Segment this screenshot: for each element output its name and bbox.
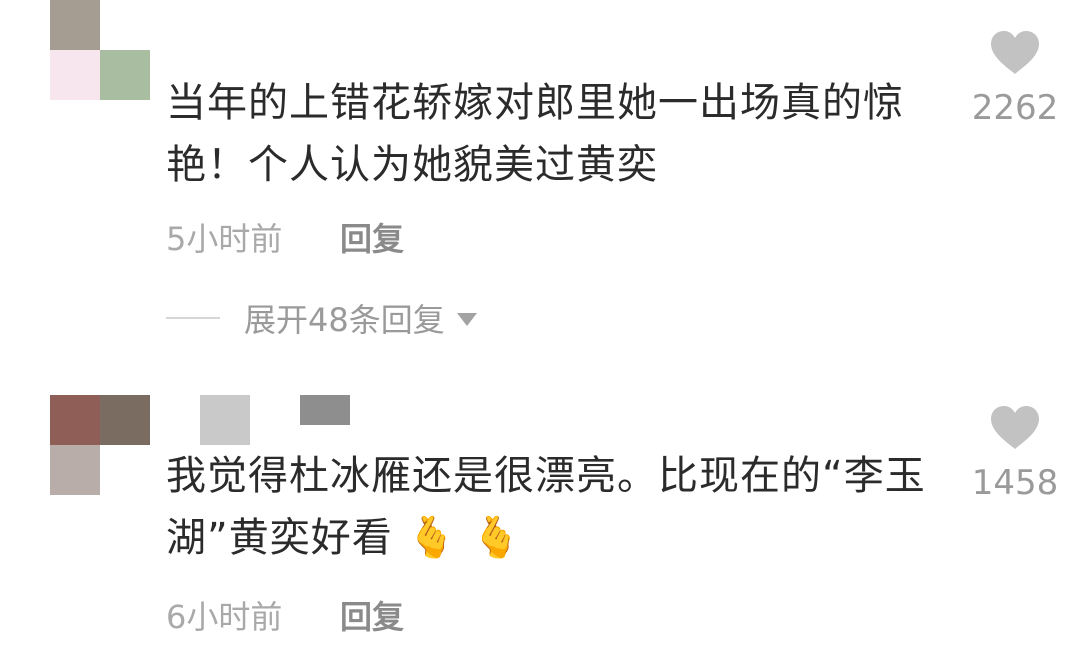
expand-replies-label: 展开48条回复 [244, 301, 445, 339]
like-count: 1458 [971, 463, 1059, 503]
finger-heart-emoji: 🫰 [406, 515, 458, 561]
like-button[interactable]: 1458 [970, 405, 1060, 503]
heart-icon [991, 406, 1039, 449]
comment-item: 我觉得杜冰雁还是很漂亮。比现在的“李玉 湖”黄奕好看 🫰 🫰 6小时前 回复 1… [0, 390, 1080, 645]
reply-button[interactable]: 回复 [340, 214, 404, 260]
avatar-mosaic-tile [50, 395, 100, 445]
heart-icon [991, 31, 1039, 74]
comment-text-line-with-emoji: 湖”黄奕好看 🫰 🫰 [166, 507, 926, 569]
avatar[interactable] [50, 0, 150, 100]
expand-replies-button[interactable]: 展开48条回复 [166, 296, 477, 340]
comment-text-line: 我觉得杜冰雁还是很漂亮。比现在的“李玉 [166, 453, 926, 499]
reply-button[interactable]: 回复 [340, 592, 404, 638]
comment-item: 当年的上错花轿嫁对郎里她一出场真的惊 艳！个人认为她貌美过黄奕 5小时前 回复 … [0, 0, 1080, 360]
avatar-mosaic-tile [50, 0, 100, 50]
avatar-mosaic-tile [100, 0, 150, 50]
comment-time: 5小时前 [166, 220, 283, 258]
like-count: 2262 [971, 88, 1059, 128]
comment-text-segment: 湖”黄奕好看 [166, 515, 393, 561]
avatar-mosaic-tile [50, 50, 100, 100]
avatar[interactable] [50, 395, 150, 495]
avatar-mosaic-tile [100, 50, 150, 100]
comment-time: 6小时前 [166, 598, 283, 636]
comment-text[interactable]: 当年的上错花轿嫁对郎里她一出场真的惊 艳！个人认为她貌美过黄奕 [166, 72, 926, 196]
avatar-mosaic-tile [100, 445, 150, 495]
avatar-mosaic-tile [100, 395, 150, 445]
finger-heart-emoji: 🫰 [470, 515, 522, 561]
caret-down-icon [456, 312, 477, 326]
divider-line [166, 317, 220, 319]
username-mosaic-tile [200, 395, 250, 445]
avatar-mosaic-tile [50, 445, 100, 495]
comment-text[interactable]: 我觉得杜冰雁还是很漂亮。比现在的“李玉 湖”黄奕好看 🫰 🫰 [166, 445, 926, 569]
comment-text-line: 当年的上错花轿嫁对郎里她一出场真的惊 [166, 80, 904, 126]
like-button[interactable]: 2262 [970, 30, 1060, 128]
comment-text-line: 艳！个人认为她貌美过黄奕 [166, 142, 658, 188]
username-mosaic-tile [300, 395, 350, 425]
